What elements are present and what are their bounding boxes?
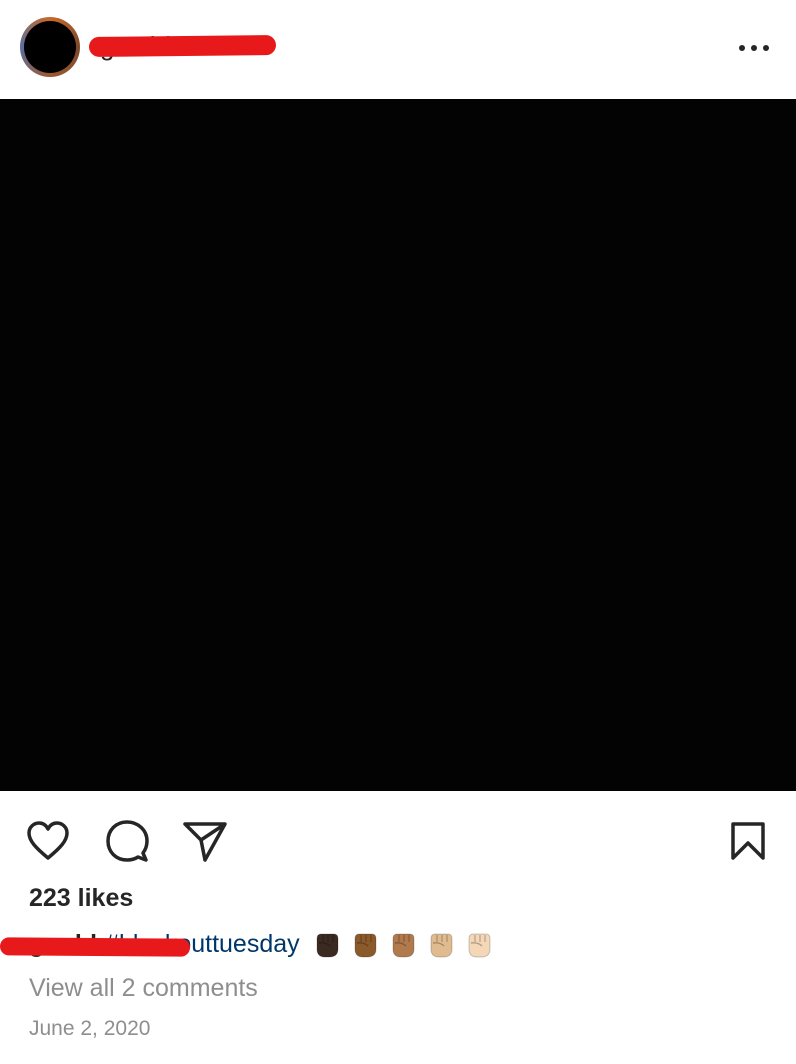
share-button[interactable] <box>181 817 229 865</box>
username-redaction <box>88 35 277 57</box>
fist-medium-light-icon <box>430 933 453 958</box>
bookmark-icon <box>731 822 765 860</box>
post-header: g...rld <box>0 0 796 99</box>
like-count[interactable]: 223 likes <box>29 884 133 913</box>
more-options-button[interactable] <box>734 36 774 60</box>
comment-button[interactable] <box>103 817 151 865</box>
action-bar <box>0 791 796 886</box>
like-button[interactable] <box>24 817 72 865</box>
fist-light-icon <box>468 933 491 958</box>
avatar-image <box>24 21 76 73</box>
heart-icon <box>27 821 69 860</box>
fist-medium-icon <box>392 933 415 958</box>
emoji-group <box>312 929 494 959</box>
view-comments-link[interactable]: View all 2 comments <box>29 974 258 1003</box>
fist-dark-icon <box>316 933 339 958</box>
comment-icon <box>106 820 149 862</box>
fist-medium-dark-icon <box>354 933 377 958</box>
post-image[interactable] <box>0 99 796 791</box>
caption-username-redaction <box>0 937 191 957</box>
avatar[interactable] <box>20 17 80 77</box>
send-icon <box>183 822 227 862</box>
post-date: June 2, 2020 <box>29 1017 151 1040</box>
save-button[interactable] <box>724 817 772 865</box>
more-options-icon <box>739 45 769 51</box>
